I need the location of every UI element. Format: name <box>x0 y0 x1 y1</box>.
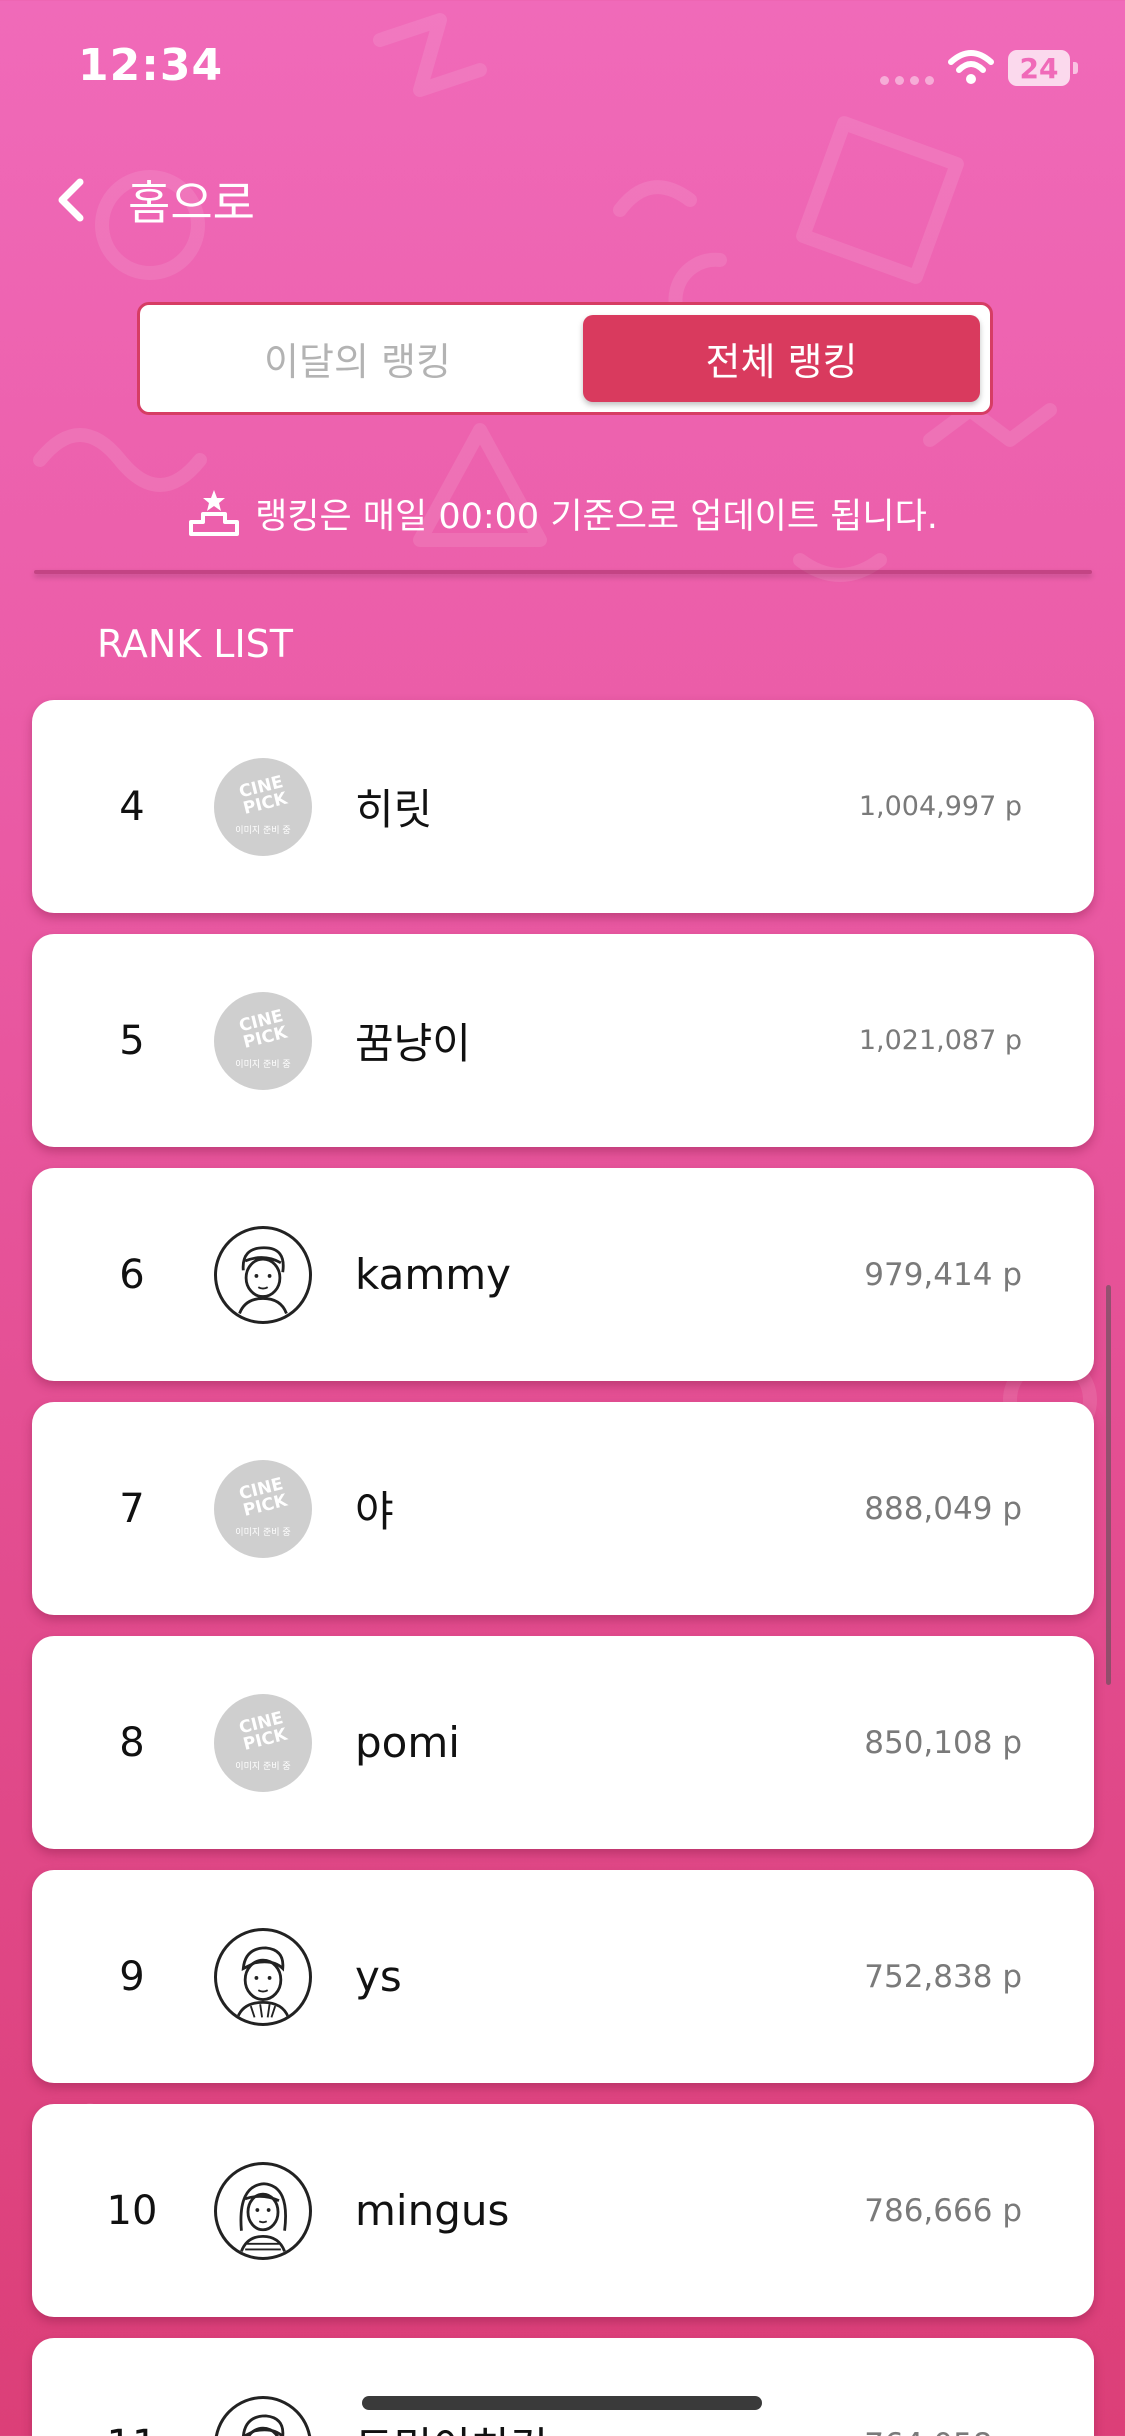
rank-list-item[interactable]: 10 mingus 786,666 p <box>32 2104 1094 2317</box>
rank-username: kammy <box>355 1250 512 1299</box>
wifi-icon <box>948 50 994 84</box>
rank-list-item[interactable]: 7 CINE PICK 이미지 준비 중 야 888,049 p <box>32 1402 1094 1615</box>
placeholder-caption: 이미지 준비 중 <box>235 1527 291 1538</box>
podium-icon <box>189 490 240 536</box>
divider <box>34 570 1092 574</box>
battery-icon: 24 <box>1008 50 1078 86</box>
rank-username: ys <box>355 1952 402 2001</box>
rank-number: 8 <box>119 1719 145 1766</box>
rank-username: 히릿 <box>355 785 433 834</box>
placeholder-caption: 이미지 준비 중 <box>235 1059 291 1070</box>
rank-points: 786,666 p <box>864 2192 1022 2229</box>
rank-list-item[interactable]: 4 CINE PICK 이미지 준비 중 히릿 1,004,997 p <box>32 700 1094 913</box>
rank-number: 6 <box>119 1251 145 1298</box>
rank-points: 1,004,997 p <box>858 791 1022 822</box>
rank-username: 도밍이치킨 <box>355 2338 548 2436</box>
avatar-boy-drawing-icon <box>214 2396 312 2436</box>
rank-list-item[interactable]: 11 도밍이치킨 764,058 p <box>32 2338 1094 2436</box>
back-label: 홈으로 <box>128 176 255 230</box>
ranking-tabs: 이달의 랭킹 전체 랭킹 <box>137 302 993 415</box>
back-button[interactable]: 홈으로 <box>48 165 255 235</box>
rank-number: 7 <box>119 1485 145 1532</box>
notice-text: 랭킹은 매일 00:00 기준으로 업데이트 됩니다. <box>255 496 938 537</box>
rank-points: 979,414 p <box>864 1256 1022 1293</box>
avatar-placeholder: CINE PICK 이미지 준비 중 <box>214 758 312 856</box>
rank-points: 752,838 p <box>864 1958 1022 1995</box>
section-title: RANK LIST <box>97 622 293 666</box>
tab-overall-ranking[interactable]: 전체 랭킹 <box>583 315 980 402</box>
rank-points: 850,108 p <box>864 1724 1022 1761</box>
avatar-placeholder: CINE PICK 이미지 준비 중 <box>214 1460 312 1558</box>
chevron-left-icon <box>58 178 84 222</box>
avatar-girl-drawing-icon <box>214 1226 312 1324</box>
rank-list-item[interactable]: 5 CINE PICK 이미지 준비 중 꿈냥이 1,021,087 p <box>32 934 1094 1147</box>
status-time: 12:34 <box>78 40 224 91</box>
avatar-boy-drawing-icon <box>214 1928 312 2026</box>
rank-list-item[interactable]: 6 kammy 979,414 p <box>32 1168 1094 1381</box>
rank-username: 야 <box>355 1487 394 1536</box>
avatar-longhair-drawing-icon <box>214 2162 312 2260</box>
placeholder-caption: 이미지 준비 중 <box>235 1761 291 1772</box>
rank-points: 764,058 p <box>864 2338 1022 2436</box>
rank-points: 1,021,087 p <box>858 1025 1022 1056</box>
scrollbar[interactable] <box>1106 1285 1111 1685</box>
rank-number: 5 <box>119 1017 145 1064</box>
rank-username: 꿈냥이 <box>355 1019 471 1068</box>
update-notice: 랭킹은 매일 00:00 기준으로 업데이트 됩니다. <box>0 478 1125 548</box>
placeholder-caption: 이미지 준비 중 <box>235 825 291 836</box>
rank-username: mingus <box>355 2186 510 2235</box>
battery-level: 24 <box>1008 50 1070 86</box>
rank-number: 9 <box>119 1953 145 2000</box>
rank-number: 11 <box>92 2338 172 2436</box>
rank-username: pomi <box>355 1718 460 1767</box>
rank-list-item[interactable]: 9 ys 752,838 p <box>32 1870 1094 2083</box>
avatar-placeholder: CINE PICK 이미지 준비 중 <box>214 992 312 1090</box>
rank-points: 888,049 p <box>864 1490 1022 1527</box>
rank-number: 10 <box>106 2187 158 2234</box>
rank-list-item[interactable]: 8 CINE PICK 이미지 준비 중 pomi 850,108 p <box>32 1636 1094 1849</box>
avatar-placeholder: CINE PICK 이미지 준비 중 <box>214 1694 312 1792</box>
home-indicator[interactable] <box>362 2396 762 2410</box>
status-bar: 12:34 24 <box>0 0 1125 135</box>
cellular-signal-icon <box>880 76 936 86</box>
rank-number: 4 <box>119 783 145 830</box>
tab-monthly-ranking[interactable]: 이달의 랭킹 <box>150 315 565 402</box>
